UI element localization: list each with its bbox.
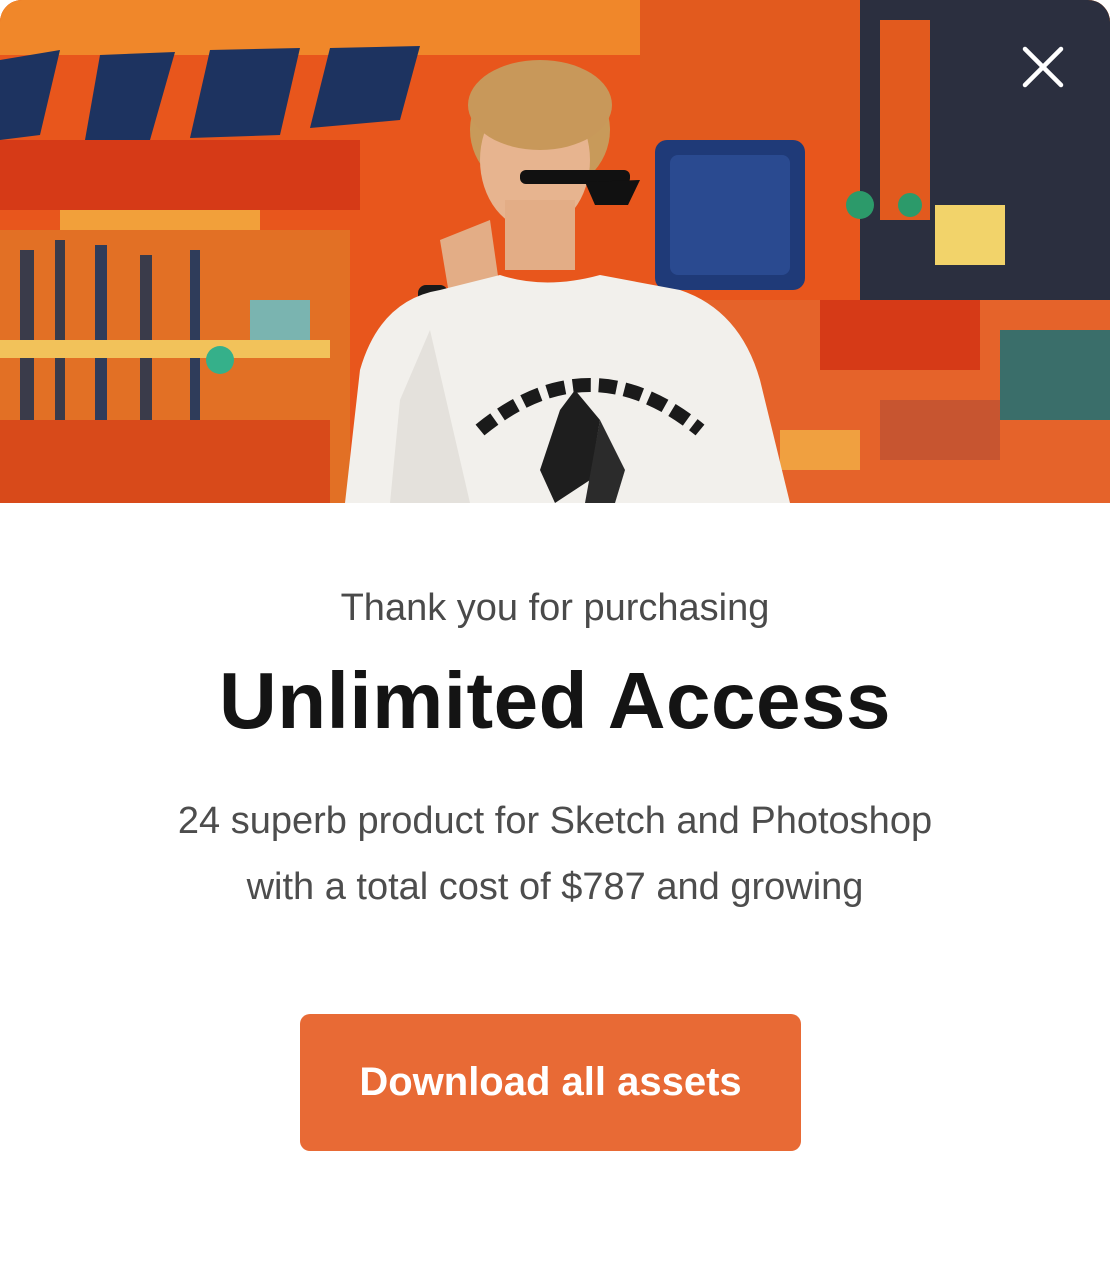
thank-you-text: Thank you for purchasing <box>340 587 770 629</box>
modal-content: Thank you for purchasing Unlimited Acces… <box>0 503 1110 1263</box>
download-all-assets-button[interactable]: Download all assets <box>300 1014 801 1151</box>
plan-description: 24 superb product for Sketch and Photosh… <box>0 788 1110 920</box>
close-icon <box>1022 46 1064 88</box>
purchase-success-modal: Thank you for purchasing Unlimited Acces… <box>0 0 1110 1263</box>
plan-title: Unlimited Access <box>219 656 891 745</box>
close-button[interactable] <box>1016 40 1070 94</box>
description-line-2: with a total cost of $787 and growing <box>246 866 864 908</box>
mural-photo <box>0 0 1110 503</box>
hero-image <box>0 0 1110 503</box>
description-line-1: 24 superb product for Sketch and Photosh… <box>177 800 933 842</box>
